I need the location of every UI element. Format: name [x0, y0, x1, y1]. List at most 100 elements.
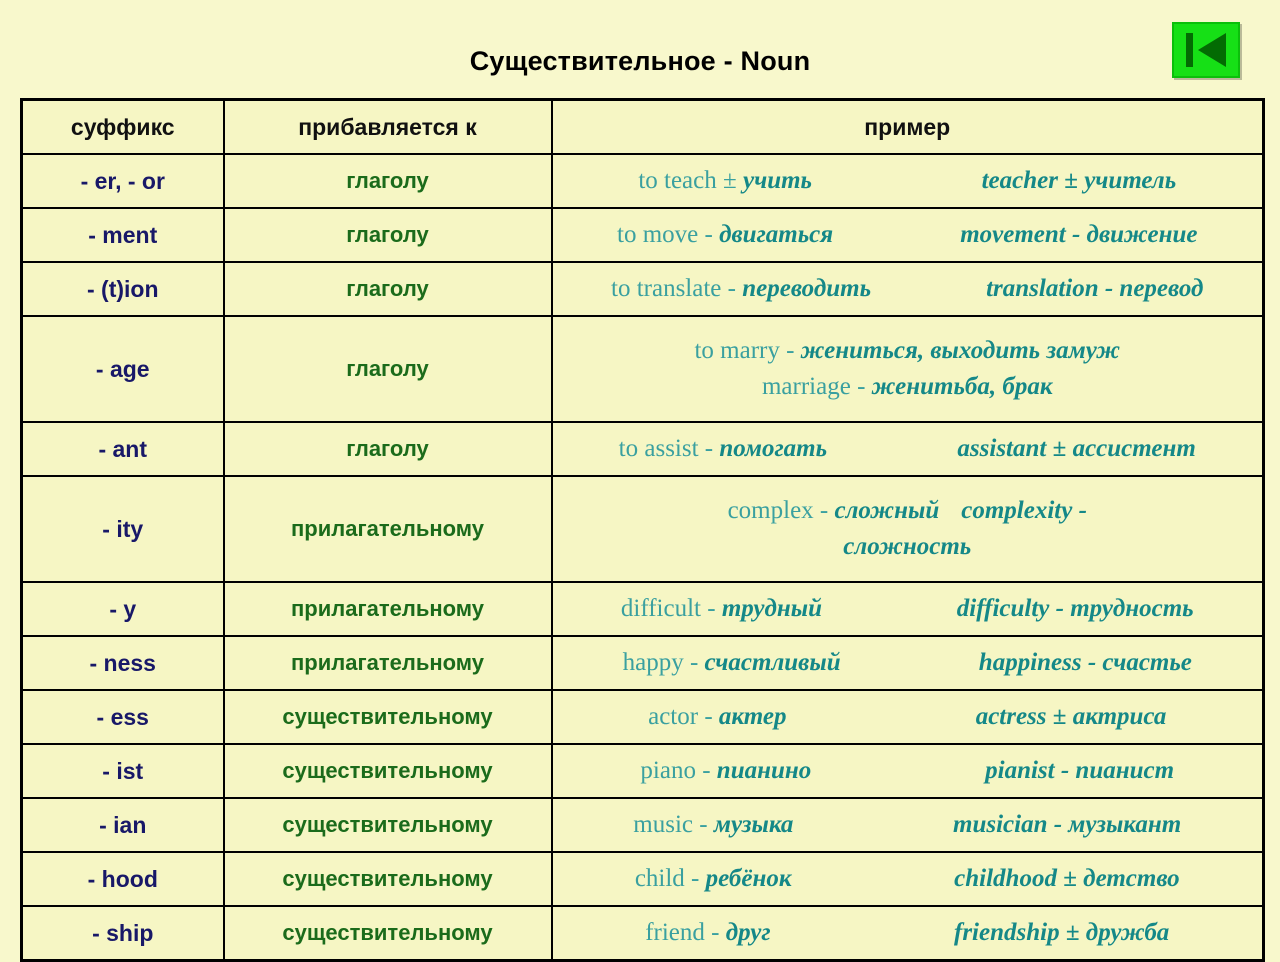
example-pair: piano - пианино: [640, 756, 812, 784]
example-line: to assist - помогать assistant ± ассистен…: [559, 431, 1257, 467]
table-row: - ity прилагательному complex - сложный com…: [20, 475, 1265, 583]
table-row: - ist существительному piano - пианино pian…: [20, 743, 1265, 799]
example-line: music - музыка musician - музыкант: [559, 807, 1257, 843]
cell-example: actor - актер actress ± актриса: [550, 689, 1265, 745]
cell-suffix: - ant: [20, 421, 225, 477]
example-pair: to marry - жениться, выходить замуж: [694, 336, 1121, 364]
cell-attaches-to: прилагательному: [222, 475, 553, 583]
cell-suffix: - ity: [20, 475, 225, 583]
cell-suffix: - ment: [20, 207, 225, 263]
cell-suffix: - age: [20, 315, 225, 423]
column-header-example: пример: [550, 98, 1265, 155]
cell-attaches-to: прилагательному: [222, 635, 553, 691]
example-line: piano - пианино pianist - пианист: [559, 753, 1257, 789]
cell-suffix: - ist: [20, 743, 225, 799]
table-row: - er, - or глаголу to teach ± учить teacher…: [20, 153, 1265, 209]
cell-attaches-to: глаголу: [222, 153, 553, 209]
cell-suffix: - ship: [20, 905, 225, 962]
example-line: complex - сложный complexity -: [559, 493, 1257, 529]
example-pair: child - ребёнок: [634, 864, 792, 892]
cell-example: piano - пианино pianist - пианист: [550, 743, 1265, 799]
cell-suffix: - ness: [20, 635, 225, 691]
example-line: child - ребёнок childhood ± детство: [559, 861, 1257, 897]
cell-example: to teach ± учить teacher ± учитель: [550, 153, 1265, 209]
column-header-suffix: суффикс: [20, 98, 225, 155]
table-row: - ian существительному music - музыка music…: [20, 797, 1265, 853]
example-pair: actor - актер: [648, 702, 787, 730]
table-row: - y прилагательному difficult - трудный dif…: [20, 581, 1265, 637]
cell-suffix: - er, - or: [20, 153, 225, 209]
table-header-row: суффикс прибавляется к пример: [20, 98, 1265, 155]
example-pair: happy - счастливый: [622, 648, 841, 676]
cell-suffix: - hood: [20, 851, 225, 907]
example-line: to marry - жениться, выходить замуж: [559, 333, 1257, 369]
column-header-attaches-to: прибавляется к: [222, 98, 553, 155]
example-line: to move - двигаться movement - движение: [559, 217, 1257, 253]
example-pair: difficult - трудный: [620, 594, 822, 622]
example-pair: friend - друг: [645, 918, 771, 946]
example-pair: teacher ± учитель: [981, 166, 1177, 194]
table-row: - ant глаголу to assist - помогать assistan…: [20, 421, 1265, 477]
cell-attaches-to: глаголу: [222, 421, 553, 477]
example-pair: to teach ± учить: [638, 166, 812, 194]
example-pair: marriage - женитьба, брак: [761, 373, 1053, 400]
cell-example: friend - друг friendship ± дружба: [550, 905, 1265, 962]
example-pair: translation - перевод: [986, 274, 1204, 302]
slide-root: Существительное - Noun суффикс прибавляе…: [0, 0, 1280, 962]
table-row: - (t)ion глаголу to translate - переводить…: [20, 261, 1265, 317]
example-line: to teach ± учить teacher ± учитель: [559, 163, 1257, 199]
example-line: сложность: [559, 529, 1257, 565]
cell-attaches-to: существительному: [222, 905, 553, 962]
cell-example: to translate - переводить translation - п…: [550, 261, 1265, 317]
cell-attaches-to: глаголу: [222, 261, 553, 317]
table-row: - ship существительному friend - друг frien…: [20, 905, 1265, 962]
cell-attaches-to: глаголу: [222, 207, 553, 263]
skip-back-icon: [1174, 24, 1238, 76]
example-pair: сложность: [843, 533, 972, 560]
example-line: difficult - трудный difficulty - трудност…: [559, 591, 1257, 627]
example-pair: pianist - пианист: [985, 756, 1175, 784]
cell-attaches-to: существительному: [222, 743, 553, 799]
cell-suffix: - (t)ion: [20, 261, 225, 317]
example-pair: to translate - переводить: [611, 274, 872, 302]
cell-attaches-to: глаголу: [222, 315, 553, 423]
table-row: - ess существительному actor - актер actres…: [20, 689, 1265, 745]
page-title: Существительное - Noun: [469, 46, 811, 76]
cell-example: happy - счастливый happiness - счастье: [550, 635, 1265, 691]
example-pair: assistant ± ассистент: [957, 434, 1196, 462]
cell-example: difficult - трудный difficulty - трудност…: [550, 581, 1265, 637]
example-pair: friendship ± дружба: [954, 918, 1170, 946]
cell-suffix: - ess: [20, 689, 225, 745]
cell-example: to assist - помогать assistant ± ассистен…: [550, 421, 1265, 477]
table-row: - ment глаголу to move - двигаться movement…: [20, 207, 1265, 263]
example-line: friend - друг friendship ± дружба: [559, 915, 1257, 951]
example-line: happy - счастливый happiness - счастье: [559, 645, 1257, 681]
example-pair: to assist - помогать: [618, 434, 828, 462]
table-row: - age глаголу to marry - жениться, выходит…: [20, 315, 1265, 423]
noun-suffix-table: суффикс прибавляется к пример - er, - or…: [20, 98, 1265, 962]
example-pair: movement - движение: [960, 220, 1198, 248]
example-line: to translate - переводить translation - п…: [559, 271, 1257, 307]
cell-attaches-to: существительному: [222, 851, 553, 907]
example-pair: music - музыка: [633, 810, 794, 838]
cell-example: child - ребёнок childhood ± детство: [550, 851, 1265, 907]
table-row: - hood существительному child - ребёнок chi…: [20, 851, 1265, 907]
cell-example: complex - сложный complexity - сложность: [550, 475, 1265, 583]
cell-example: to move - двигаться movement - движение: [550, 207, 1265, 263]
example-line: actor - актер actress ± актриса: [559, 699, 1257, 735]
cell-attaches-to: существительному: [222, 689, 553, 745]
example-pair: to move - двигаться: [617, 220, 834, 248]
example-line: marriage - женитьба, брак: [559, 369, 1257, 405]
cell-example: to marry - жениться, выходить замуж marri…: [550, 315, 1265, 423]
example-pair: childhood ± детство: [954, 864, 1180, 892]
example-pair: complexity -: [961, 496, 1087, 524]
example-pair: complex - сложный: [727, 496, 940, 524]
cell-attaches-to: существительному: [222, 797, 553, 853]
example-pair: actress ± актриса: [975, 702, 1167, 730]
previous-slide-button[interactable]: [1172, 22, 1240, 78]
cell-suffix: - ian: [20, 797, 225, 853]
example-pair: musician - музыкант: [953, 810, 1182, 838]
example-pair: difficulty - трудность: [956, 594, 1194, 622]
example-pair: happiness - счастье: [978, 648, 1192, 676]
cell-attaches-to: прилагательному: [222, 581, 553, 637]
